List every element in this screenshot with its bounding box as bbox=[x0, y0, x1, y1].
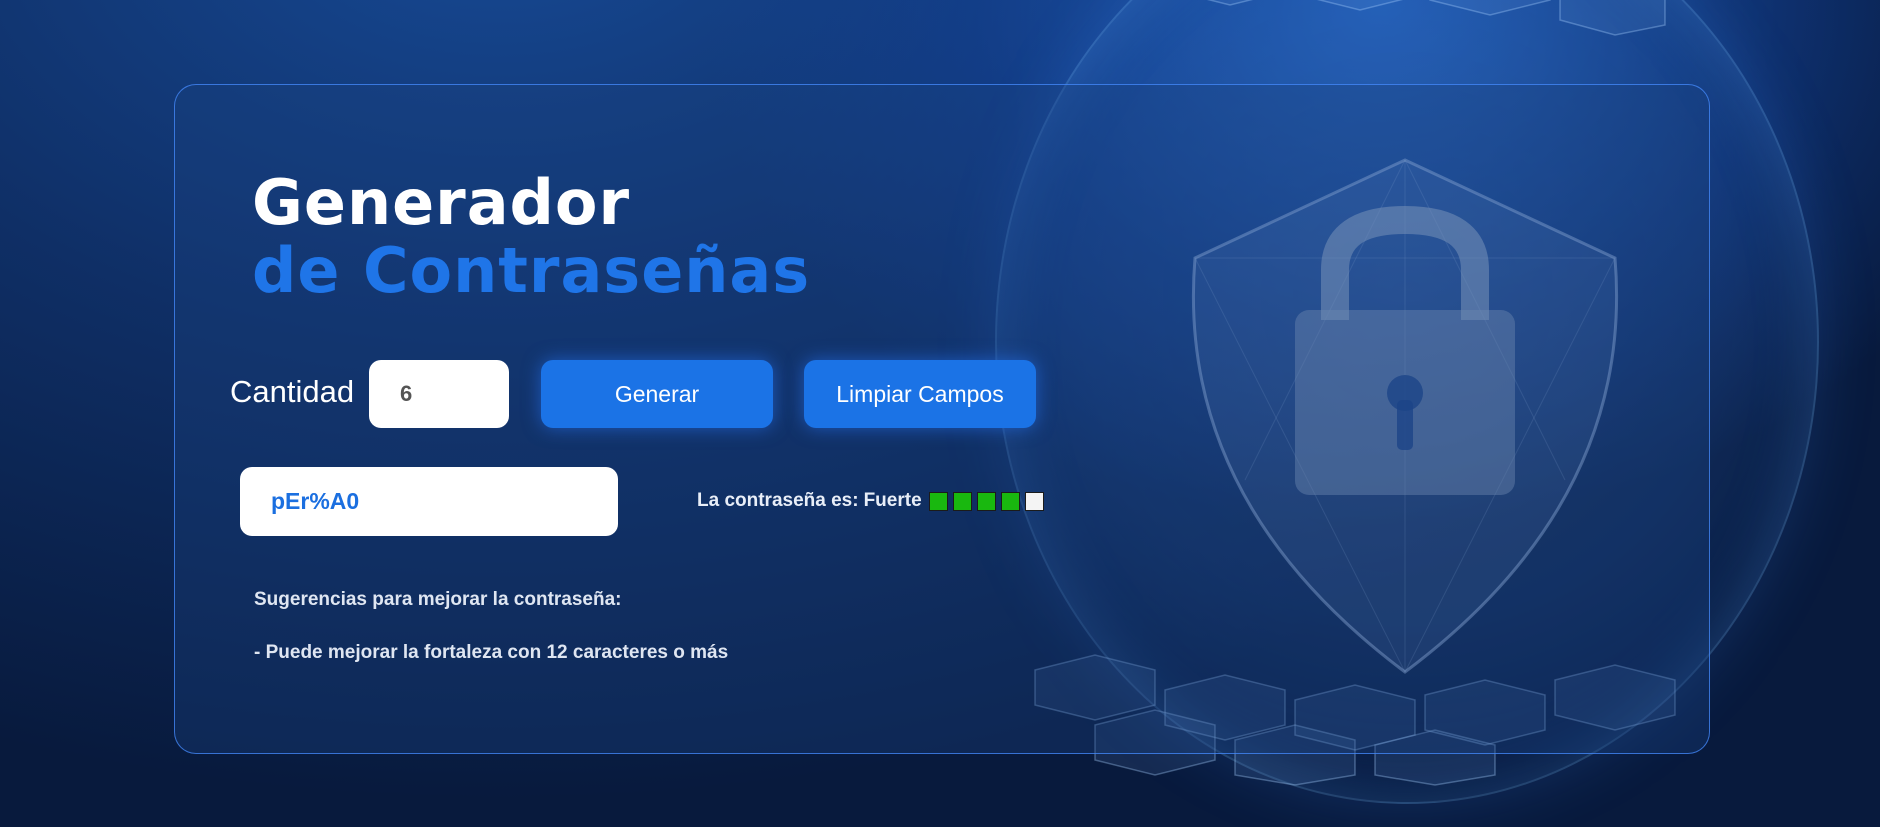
strength-bar-segment bbox=[952, 491, 972, 511]
page-title-line1: Generador bbox=[252, 166, 631, 239]
strength-prefix: La contraseña es: bbox=[697, 490, 859, 511]
strength-bars bbox=[928, 491, 1049, 511]
strength-bar-segment bbox=[1000, 491, 1020, 511]
quantity-input[interactable] bbox=[369, 360, 509, 428]
password-text: pEr%A0 bbox=[271, 488, 360, 514]
password-output[interactable]: pEr%A0 bbox=[240, 467, 618, 536]
clear-fields-button[interactable]: Limpiar Campos bbox=[804, 360, 1036, 428]
page-title-line2: de Contraseñas bbox=[252, 234, 811, 307]
suggestion-item: - Puede mejorar la fortaleza con 12 cara… bbox=[254, 642, 729, 663]
strength-bar-segment bbox=[976, 491, 996, 511]
suggestions-title: Sugerencias para mejorar la contraseña: bbox=[254, 589, 622, 610]
generate-button[interactable]: Generar bbox=[541, 360, 773, 428]
quantity-label: Cantidad bbox=[230, 374, 355, 409]
strength-bar-segment bbox=[928, 491, 948, 511]
strength-text: La contraseña es: Fuerte bbox=[697, 490, 922, 512]
strength-bar-segment bbox=[1024, 491, 1044, 511]
strength-indicator: La contraseña es: Fuerte bbox=[697, 490, 1049, 512]
strength-value: Fuerte bbox=[863, 490, 922, 511]
